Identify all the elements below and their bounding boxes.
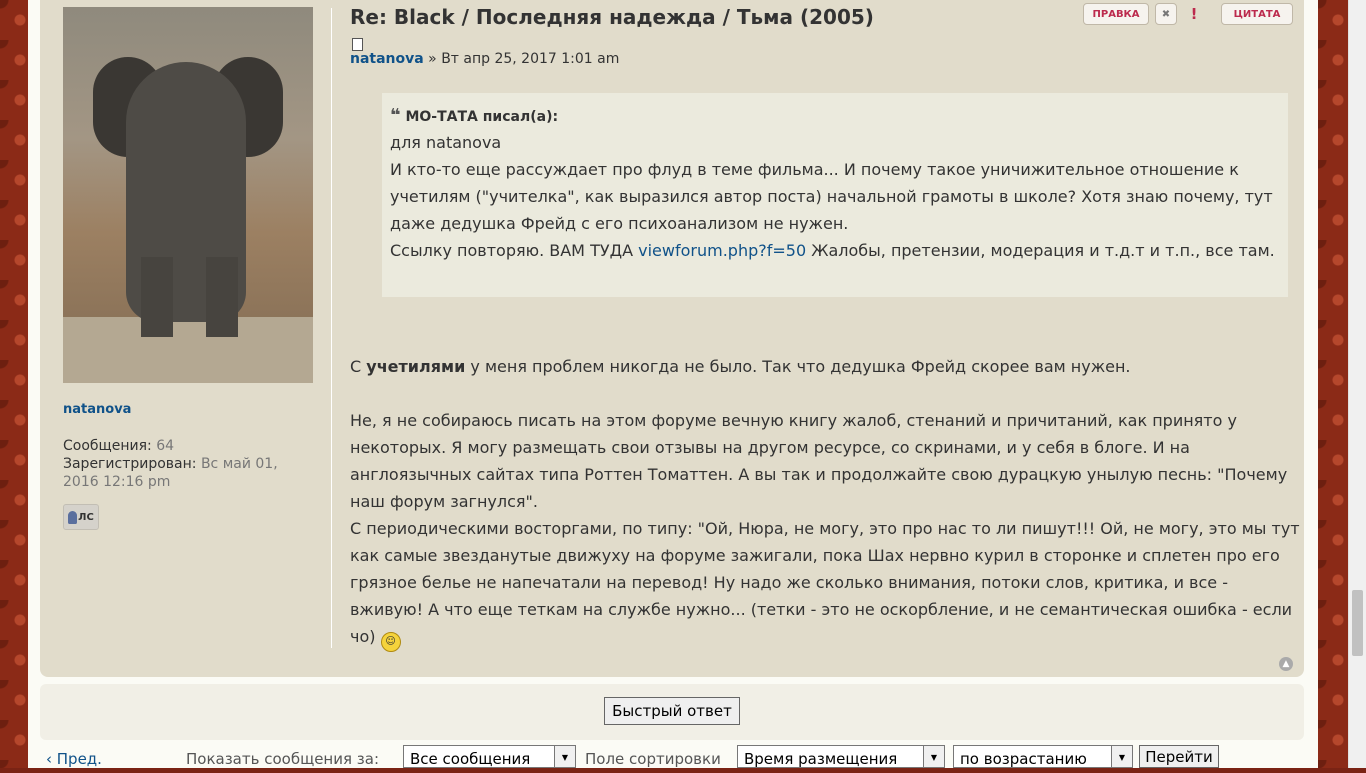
- quote-line: И кто-то еще рассуждает про флуд в теме …: [390, 160, 1273, 233]
- quote-marks-icon: ❝: [390, 105, 401, 126]
- post-divider: [331, 8, 332, 648]
- grin-smiley-icon: ☺: [380, 632, 401, 652]
- sort-field-select[interactable]: Время размещения ▼: [737, 745, 945, 768]
- post-paragraph: С учетилями у меня проблем никогда не бы…: [350, 357, 1131, 376]
- forum-post: natanova Сообщения: 64 Зарегистрирован: …: [40, 0, 1304, 677]
- avatar: [63, 7, 313, 383]
- quote-header: ❝ МО-ТАТА писал(а):: [390, 105, 558, 126]
- edit-button[interactable]: ПРАВКА: [1083, 3, 1149, 25]
- forum-link[interactable]: viewforum.php?f=50: [638, 241, 806, 260]
- post-paragraph: Не, я не собираюсь писать на этом форуме…: [350, 411, 1288, 511]
- quick-reply-button[interactable]: Быстрый ответ: [604, 697, 740, 725]
- sort-order-select[interactable]: по возрастанию ▼: [953, 745, 1133, 768]
- post-content: С учетилями у меня проблем никогда не бы…: [350, 353, 1300, 652]
- decorative-border-right: [1318, 0, 1348, 768]
- post-author[interactable]: natanova: [350, 51, 424, 67]
- chevron-down-icon: ▼: [554, 746, 575, 767]
- posts-count: 64: [156, 438, 175, 454]
- registered-label: Зарегистрирован:: [63, 456, 197, 472]
- chevron-down-icon: ▼: [923, 746, 944, 767]
- previous-page-link[interactable]: ‹ Пред.: [46, 750, 102, 768]
- topic-options-bar: ‹ Пред. Показать сообщения за: Все сообщ…: [40, 745, 1320, 768]
- post-icon[interactable]: [352, 38, 363, 51]
- posts-label: Сообщения:: [63, 438, 152, 454]
- quote-button[interactable]: ЦИТАТА: [1221, 3, 1293, 25]
- scrollbar-thumb[interactable]: [1352, 590, 1363, 656]
- post-paragraph: С периодическими восторгами, по типу: "О…: [350, 515, 1300, 652]
- post-author-line: natanova » Вт апр 25, 2017 1:01 am: [350, 51, 619, 67]
- delete-button[interactable]: ✖: [1155, 3, 1177, 25]
- user-icon: [68, 510, 78, 524]
- private-message-button[interactable]: ЛС: [63, 504, 99, 530]
- show-posts-select[interactable]: Все сообщения ▼: [403, 745, 576, 768]
- post-profile: natanova Сообщения: 64 Зарегистрирован: …: [63, 0, 333, 677]
- quick-reply-panel: Быстрый ответ: [40, 684, 1304, 740]
- profile-info: Сообщения: 64 Зарегистрирован: Вс май 01…: [63, 437, 303, 491]
- quote-line: для natanova: [390, 133, 502, 152]
- pm-button-label: ЛС: [78, 511, 94, 523]
- post-date: Вт апр 25, 2017 1:01 am: [441, 51, 620, 67]
- quote-body: для natanova И кто-то еще рассуждает про…: [390, 129, 1280, 264]
- vertical-scrollbar[interactable]: [1348, 0, 1366, 768]
- back-to-top-icon[interactable]: ▲: [1279, 657, 1293, 671]
- show-posts-label: Показать сообщения за:: [186, 750, 380, 768]
- go-button[interactable]: Перейти: [1139, 745, 1219, 768]
- quote-author: МО-ТАТА писал(а):: [405, 109, 559, 125]
- post-title[interactable]: Re: Black / Последняя надежда / Тьма (20…: [350, 5, 874, 29]
- report-button[interactable]: !: [1183, 3, 1205, 25]
- chevron-down-icon: ▼: [1111, 746, 1132, 767]
- profile-username[interactable]: natanova: [63, 402, 131, 417]
- quote-line-link: Ссылку повторяю. ВАМ ТУДА viewforum.php?…: [390, 241, 1275, 260]
- quote-block: ❝ МО-ТАТА писал(а): для natanova И кто-т…: [382, 93, 1288, 297]
- author-separator: »: [423, 51, 442, 67]
- sort-field-label: Поле сортировки: [585, 750, 721, 768]
